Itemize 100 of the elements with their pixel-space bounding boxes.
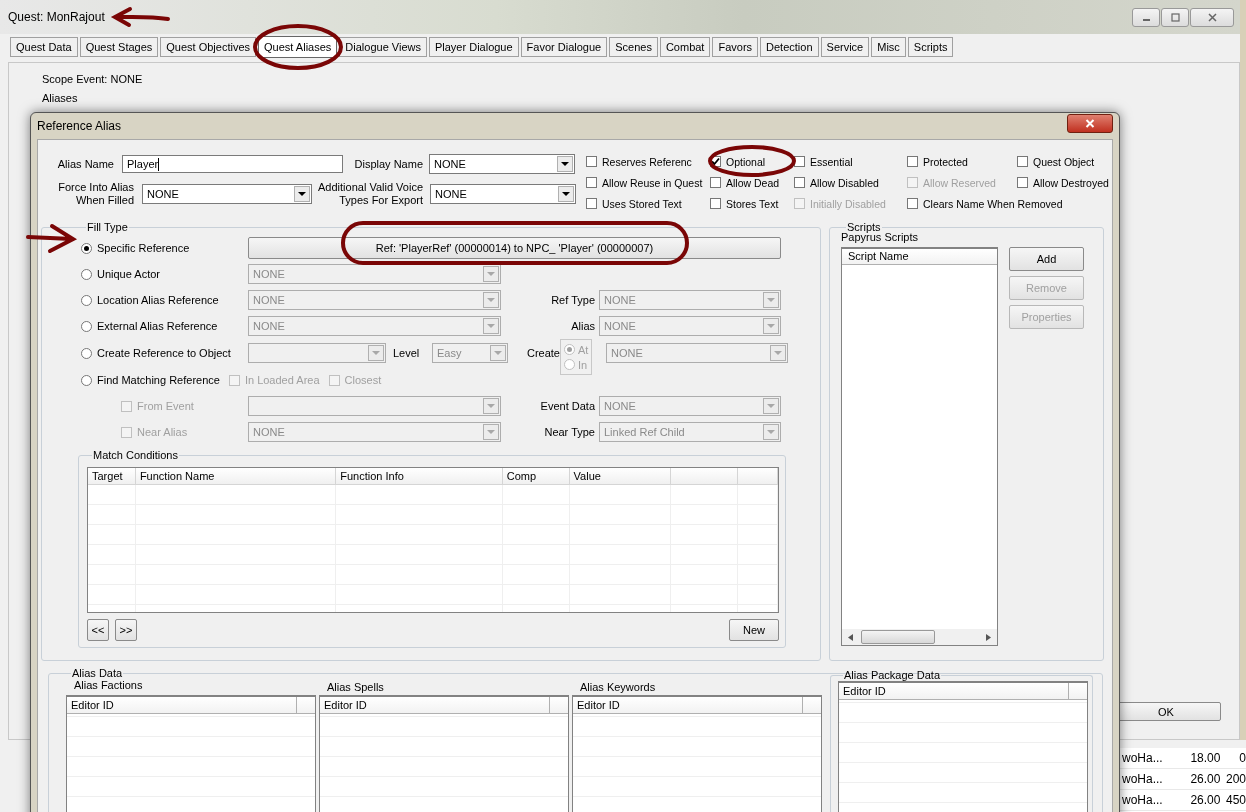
radio-button[interactable]	[81, 294, 92, 306]
checkbox[interactable]: Allow Destroyed	[1017, 176, 1109, 189]
dropdown[interactable]: NONE	[430, 184, 576, 204]
checkbox[interactable]: Allow Reuse in Quest	[586, 176, 703, 189]
field-label: Near Type	[543, 426, 596, 438]
script-list[interactable]: Script Name	[841, 247, 998, 646]
radio-label[interactable]: Find Matching Reference	[97, 374, 220, 386]
table-cell-text: 18.00	[1189, 751, 1221, 765]
radio-button[interactable]	[81, 242, 92, 254]
annotation-arrow	[113, 7, 170, 27]
tab[interactable]: Favor Dialogue	[520, 37, 608, 57]
checkbox[interactable]: Clears Name When Removed	[907, 197, 1063, 210]
group-label: Scripts	[846, 221, 882, 233]
tab[interactable]: Misc	[871, 37, 906, 57]
column-header[interactable]: Target	[88, 468, 136, 484]
radio-label[interactable]: Create Reference to Object	[97, 347, 231, 359]
checkbox[interactable]: Reserves Referenc	[586, 155, 692, 168]
tab[interactable]: Player Dialogue	[428, 37, 519, 57]
previous-button[interactable]: <<	[87, 619, 109, 641]
radio-button[interactable]	[81, 374, 92, 386]
radio-label[interactable]: Unique Actor	[97, 268, 160, 280]
horizontal-scrollbar[interactable]	[842, 629, 997, 645]
group-label: Alias Package Data	[843, 669, 941, 681]
table-cell-text: woHa...	[1121, 793, 1164, 807]
table-cell-text: 200	[1224, 772, 1246, 786]
script-button[interactable]: Add	[1009, 247, 1084, 271]
field-label: Create	[526, 347, 560, 359]
group-label: Alias Data	[71, 667, 124, 679]
radio-button[interactable]	[81, 320, 92, 332]
field-label: Event Data	[539, 400, 596, 412]
tab[interactable]: Dialogue Views	[339, 37, 427, 57]
tab[interactable]: Detection	[760, 37, 819, 57]
reference-button[interactable]: Ref: 'PlayerRef' (00000014) to NPC_ 'Player' (00000007)	[248, 237, 781, 259]
field-label: Ref Type	[550, 294, 596, 306]
radio-button[interactable]	[81, 268, 92, 280]
checkbox[interactable]: Essential	[794, 155, 853, 168]
column-header[interactable]: Function Info	[336, 468, 503, 484]
close-button[interactable]	[1067, 113, 1113, 133]
checkbox[interactable]: Uses Stored Text	[586, 197, 682, 210]
minimize-icon	[1142, 19, 1150, 21]
tab[interactable]: Service	[820, 37, 870, 57]
tab[interactable]: Quest Objectives	[160, 37, 257, 57]
radio-label[interactable]: Location Alias Reference	[97, 294, 219, 306]
table-cell-text: 450	[1224, 793, 1246, 807]
data-list[interactable]: Editor ID	[572, 695, 822, 812]
dropdown[interactable]: NONE	[142, 184, 312, 204]
field-label: Level	[393, 347, 421, 359]
checkbox[interactable]: Quest Object	[1017, 155, 1095, 168]
tab[interactable]: Combat	[659, 37, 711, 57]
table-cell-text: 26.00	[1189, 793, 1221, 807]
minimize-button[interactable]	[1132, 7, 1160, 27]
radio-label[interactable]: External Alias Reference	[97, 320, 218, 332]
next-button[interactable]: >>	[115, 619, 137, 641]
table-cell-text: 26.00	[1189, 772, 1221, 786]
field-label: Force Into Alias When Filled	[57, 181, 134, 207]
dropdown[interactable]: NONE	[429, 154, 575, 174]
tab[interactable]: Quest Stages	[79, 37, 159, 57]
tab[interactable]: Quest Aliases	[258, 36, 338, 58]
alias-name-field[interactable]: Player	[122, 155, 343, 173]
data-list[interactable]: Editor ID	[66, 695, 316, 812]
checkbox[interactable]: Optional	[710, 155, 766, 168]
table-cell-text: woHa...	[1121, 751, 1164, 765]
maximize-button[interactable]	[1161, 7, 1189, 27]
tab[interactable]: Scenes	[609, 37, 658, 57]
annotation-arrow	[26, 224, 78, 253]
group-label: Fill Type	[86, 221, 129, 233]
tab[interactable]: Favors	[712, 37, 759, 57]
close-icon	[1207, 12, 1217, 22]
column-header[interactable]: Comp	[502, 468, 570, 484]
list-label: Alias Spells	[327, 681, 384, 693]
close-icon	[1085, 118, 1095, 128]
data-list[interactable]: Editor ID	[319, 695, 569, 812]
window-title: Quest: MonRajout	[8, 10, 105, 24]
list-label: Alias Keywords	[580, 681, 656, 693]
dialog-title: Reference Alias	[37, 119, 122, 133]
tab[interactable]: Quest Data	[10, 37, 78, 57]
checkbox[interactable]: Allow Dead	[710, 176, 780, 189]
list-label: Alias Factions	[74, 679, 143, 691]
radio-button[interactable]	[81, 347, 92, 359]
new-button[interactable]: New	[729, 619, 779, 641]
checkbox[interactable]: Protected	[907, 155, 968, 168]
scroll-right-icon[interactable]	[986, 633, 991, 641]
column-header[interactable]: Value	[569, 468, 672, 484]
field-label: Alias Name	[56, 157, 114, 171]
scroll-left-icon[interactable]	[848, 633, 853, 641]
checkbox[interactable]: Allow Disabled	[794, 176, 879, 189]
field-label: Alias	[570, 320, 596, 332]
table-cell-text: woHa...	[1121, 772, 1164, 786]
radio-label[interactable]: Specific Reference	[97, 242, 190, 254]
scope-event-text: Scope Event: NONE	[42, 73, 143, 85]
maximize-icon	[1170, 12, 1180, 22]
checkbox[interactable]: Stores Text	[710, 197, 779, 210]
data-list[interactable]: Editor ID	[838, 681, 1088, 812]
table-cell-text: 0	[1238, 751, 1246, 765]
group-label: Match Conditions	[92, 449, 179, 461]
column-header[interactable]: Script Name	[842, 249, 997, 265]
aliases-label: Aliases	[42, 92, 78, 104]
column-header[interactable]: Function Name	[135, 468, 337, 484]
field-label: Display Name	[353, 157, 423, 171]
tab[interactable]: Scripts	[907, 37, 954, 57]
